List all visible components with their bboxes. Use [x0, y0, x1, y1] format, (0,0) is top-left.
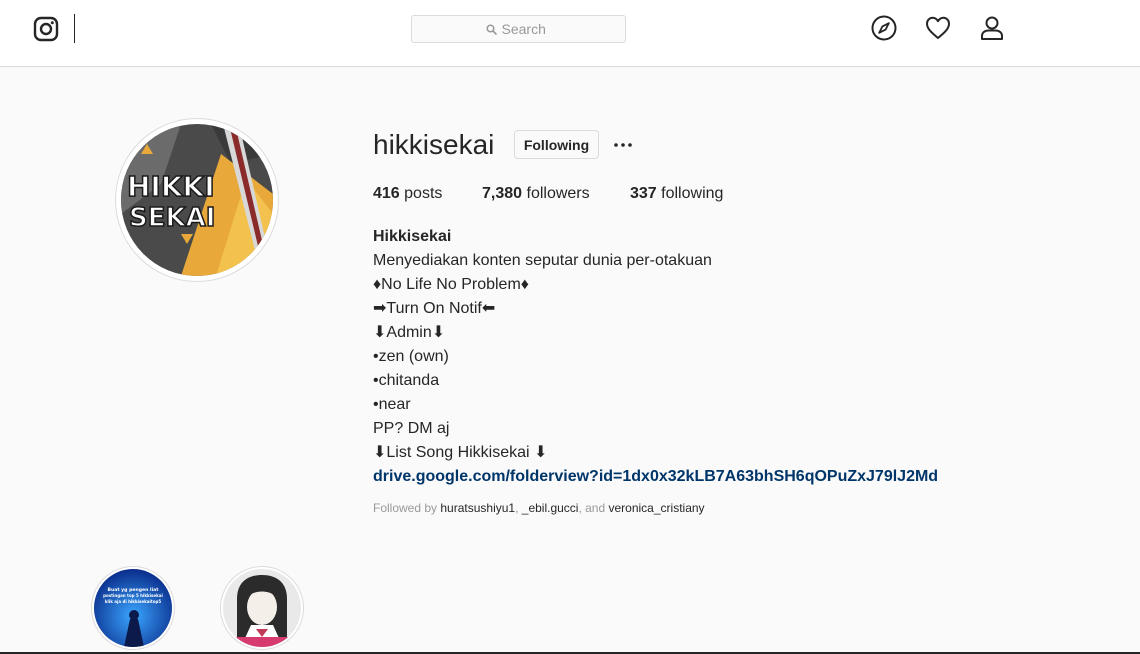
highlight-caption-line: postingan top 5 hikkisekai — [103, 593, 163, 598]
avatar-text-top: HIKKI — [127, 170, 215, 203]
followers-label: followers — [526, 185, 590, 202]
profile-username: hikkisekai — [373, 129, 495, 160]
story-highlight-1[interactable]: Buat yg pengen liat postingan top 5 hikk… — [91, 566, 175, 650]
avatar-artwork: HIKKI SEKAI — [121, 124, 273, 276]
followed-by-prefix: Followed by — [373, 501, 441, 515]
avatar-text-bottom: SEKAI — [129, 203, 215, 233]
explore-compass-icon[interactable] — [871, 15, 897, 41]
followed-by-user-link[interactable]: _ebil.gucci — [522, 501, 579, 515]
bio-line: ➡Turn On Notif⬅ — [373, 300, 496, 317]
story-highlight-2[interactable] — [220, 566, 304, 650]
highlight-caption-line: klik aja di hikkisekaitop5 — [105, 599, 162, 604]
bio-line: •zen (own) — [373, 348, 449, 365]
bio-line: ♦No Life No Problem♦ — [373, 276, 529, 293]
highlight-cover-artwork — [223, 569, 301, 647]
followed-by-text: Followed by huratsushiyu1, _ebil.gucci, … — [373, 501, 705, 515]
bio-line: PP? DM aj — [373, 420, 450, 437]
search-input[interactable] — [501, 21, 552, 37]
following-stat[interactable]: 337 following — [630, 184, 723, 204]
bio-line: •near — [373, 396, 411, 413]
posts-count: 416 — [373, 185, 400, 202]
posts-count-stat: 416 posts — [373, 184, 442, 204]
bio-line: Menyediakan konten seputar dunia per-ota… — [373, 252, 712, 269]
profile-avatar[interactable]: HIKKI SEKAI — [115, 118, 279, 282]
bio-line: ⬇List Song Hikkisekai ⬇ — [373, 444, 548, 461]
following-count: 337 — [630, 185, 657, 202]
followed-by-separator: , — [515, 501, 522, 515]
bio-external-link[interactable]: drive.google.com/folderview?id=1dx0x32kL… — [373, 465, 938, 489]
highlight-cover-image: Buat yg pengen liat postingan top 5 hikk… — [94, 569, 172, 647]
bio-line: ⬇Admin⬇ — [373, 324, 446, 341]
followed-by-separator: , and — [578, 501, 609, 515]
followers-stat[interactable]: 7,380 followers — [482, 184, 590, 204]
search-box[interactable] — [411, 15, 626, 43]
followed-by-user-link[interactable]: huratsushiyu1 — [440, 501, 515, 515]
followed-by-user-link[interactable]: veronica_cristiany — [609, 501, 705, 515]
following-button[interactable]: Following — [514, 130, 599, 159]
posts-label: posts — [404, 185, 443, 202]
logo-divider — [74, 14, 75, 43]
highlight-cover-artwork: Buat yg pengen liat postingan top 5 hikk… — [94, 569, 172, 647]
profile-person-icon[interactable] — [979, 15, 1005, 41]
more-options-icon[interactable] — [612, 134, 634, 156]
profile-bio: Hikkisekai Menyediakan konten seputar du… — [373, 225, 938, 489]
avatar-image: HIKKI SEKAI — [121, 124, 273, 276]
followers-count: 7,380 — [482, 185, 523, 202]
bio-line: •chitanda — [373, 372, 440, 389]
instagram-glyph-icon[interactable] — [33, 16, 59, 42]
following-label: following — [661, 185, 724, 202]
top-navigation-bar — [0, 0, 1140, 67]
search-icon — [485, 23, 497, 35]
activity-heart-icon[interactable] — [925, 15, 951, 41]
bio-full-name: Hikkisekai — [373, 228, 452, 245]
highlight-cover-image — [223, 569, 301, 647]
